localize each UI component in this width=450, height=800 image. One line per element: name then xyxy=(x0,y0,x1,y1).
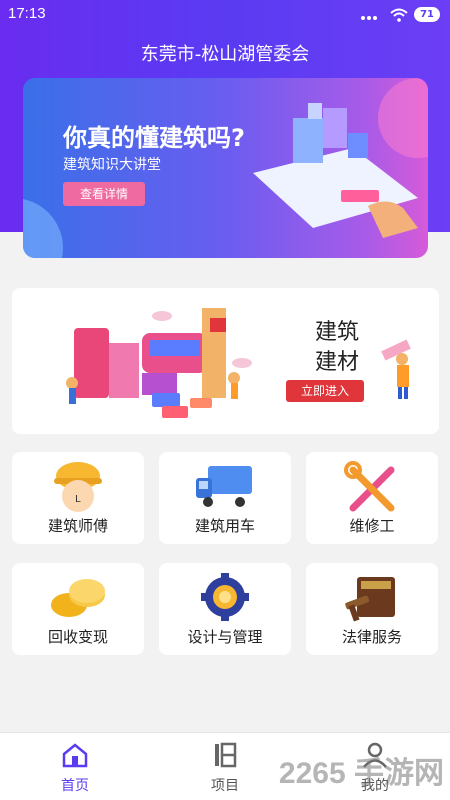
tile-label: 建筑师傅 xyxy=(47,517,108,535)
view-details-button[interactable]: 查看详情 xyxy=(63,182,145,206)
page-title: 东莞市-松山湖管委会 xyxy=(140,44,310,65)
status-time: 17:13 xyxy=(8,5,46,22)
tile-construction-vehicle[interactable]: 建筑用车 xyxy=(159,452,291,544)
tab-label: 首页 xyxy=(61,778,89,794)
tile-label: 回收变现 xyxy=(47,628,108,646)
battery-indicator: 71 xyxy=(414,7,440,22)
tile-repair-worker[interactable]: 维修工 xyxy=(306,452,438,544)
home-icon xyxy=(62,743,88,768)
featured-building-materials-card[interactable]: 建筑 建材 立即进入 xyxy=(12,288,439,434)
coins-icon xyxy=(51,579,105,617)
enter-now-button[interactable]: 立即进入 xyxy=(286,380,364,402)
tile-design-management[interactable]: 设计与管理 xyxy=(159,563,291,655)
truck-icon xyxy=(196,466,252,507)
hard-hat-worker-icon: L xyxy=(54,462,102,512)
svg-text:L: L xyxy=(75,494,81,505)
featured-title-line1: 建筑 xyxy=(314,320,359,345)
status-bar: 17:13 71 xyxy=(0,0,450,30)
tile-label: 建筑用车 xyxy=(194,517,255,535)
promo-banner[interactable]: 你真的懂建筑吗? 建筑知识大讲堂 查看详情 xyxy=(23,78,428,258)
tile-label: 维修工 xyxy=(349,517,395,535)
tools-icon xyxy=(344,461,395,512)
banner-headline: 你真的懂建筑吗? xyxy=(63,124,245,152)
status-icons: 71 xyxy=(360,7,440,22)
tab-projects[interactable]: 项目 xyxy=(150,733,300,800)
signal-icon xyxy=(361,15,378,20)
tab-label: 项目 xyxy=(211,778,239,794)
wifi-icon xyxy=(390,8,408,22)
worker-figure xyxy=(381,339,411,399)
tile-architect-master[interactable]: L 建筑师傅 xyxy=(12,452,144,544)
tile-recycle-cash[interactable]: 回收变现 xyxy=(12,563,144,655)
tab-home[interactable]: 首页 xyxy=(0,733,150,800)
banner-subtitle: 建筑知识大讲堂 xyxy=(63,157,161,173)
featured-title-line2: 建材 xyxy=(314,350,359,375)
featured-title: 建筑 建材 xyxy=(302,318,372,378)
watermark: 2265 手游网 xyxy=(278,757,444,790)
tile-label: 设计与管理 xyxy=(187,628,263,646)
project-icon xyxy=(215,742,237,768)
tile-legal-services[interactable]: 法律服务 xyxy=(306,563,438,655)
gear-icon xyxy=(201,573,249,621)
construction-illustration xyxy=(66,308,252,418)
tile-label: 法律服务 xyxy=(341,628,402,646)
law-book-icon xyxy=(345,577,395,622)
